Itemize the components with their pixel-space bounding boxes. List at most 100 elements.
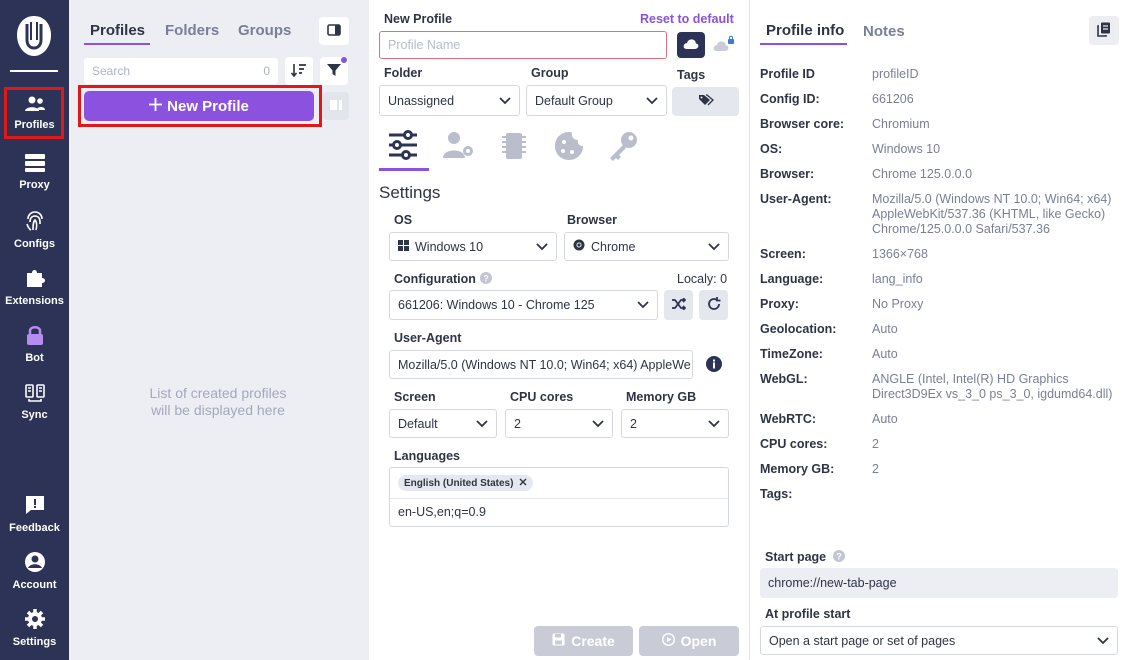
nav-label: Proxy [19,179,50,191]
configuration-select[interactable]: 661206: Windows 10 - Chrome 125 [389,290,658,320]
tab-groups[interactable]: Groups [238,22,291,39]
nav-label: Feedback [9,522,60,534]
search-input[interactable]: Search 0 [84,58,278,84]
nav-item-account[interactable]: Account [0,551,69,591]
play-icon [661,632,675,649]
chevron-down-icon [536,240,548,254]
user-agent-value: Mozilla/5.0 (Windows NT 10.0; Win64; x64… [398,357,691,372]
user-gear-icon [442,132,476,163]
info-icon[interactable] [705,355,723,376]
proxy-icon [0,153,69,176]
reset-to-default-link[interactable]: Reset to default [640,12,734,26]
chevron-down-icon [708,240,720,254]
passwords-settings-tab[interactable] [607,130,641,162]
info-key: WebGL: [760,372,808,386]
cloud-save-button[interactable] [677,32,705,58]
account-icon [0,551,69,576]
info-key: Proxy: [760,297,799,311]
profile-name-input[interactable]: Profile Name [379,31,667,59]
info-value: 2 [872,437,879,451]
start-page-label: Start page [765,550,827,564]
nav-divider [10,70,58,72]
nav-item-configs[interactable]: Configs [0,210,69,250]
info-value: Auto [872,412,898,426]
help-icon[interactable]: ? [480,272,492,287]
languages-divider [390,498,728,499]
browser-select[interactable]: Chrome [564,232,729,261]
info-value: profileID [872,67,919,81]
info-key: WebRTC: [760,412,817,426]
user-agent-input[interactable]: Mozilla/5.0 (Windows NT 10.0; Win64; x64… [389,350,693,379]
tags-label: Tags [677,68,706,82]
group-select[interactable]: Default Group [526,85,667,116]
cookies-settings-tab[interactable] [553,130,585,162]
folder-value: Unassigned [388,93,455,108]
memory-select[interactable]: 2 [621,409,729,438]
screen-select[interactable]: Default [389,409,497,438]
feedback-icon [0,494,69,519]
chevron-down-icon [499,94,511,108]
info-value: 1366×768 [872,247,928,261]
info-key: OS: [760,142,783,156]
shuffle-config-button[interactable] [664,290,693,320]
nav-item-feedback[interactable]: Feedback [0,494,69,534]
at-profile-start-value: Open a start page or set of pages [769,633,956,648]
tab-profiles[interactable]: Profiles [90,22,145,39]
windows-icon [398,239,409,254]
memory-value: 2 [630,416,637,431]
info-key: CPU cores: [760,437,828,451]
refresh-config-button[interactable] [699,290,728,320]
os-select[interactable]: Windows 10 [389,232,557,261]
start-page-input[interactable]: chrome://new-tab-page [760,568,1118,598]
help-icon[interactable]: ? [833,550,845,565]
configuration-label: Configuration [394,272,476,286]
nav-label: Configs [14,238,55,250]
info-key: Language: [760,272,824,286]
sort-button[interactable] [285,57,313,85]
hardware-settings-tab[interactable] [499,130,529,162]
nav-item-settings[interactable]: Settings [0,608,69,648]
configuration-value: 661206: Windows 10 - Chrome 125 [398,298,595,312]
filter-button[interactable] [320,57,348,85]
general-settings-tab[interactable] [386,128,420,162]
at-profile-start-select[interactable]: Open a start page or set of pages [760,626,1118,655]
os-value: Windows 10 [415,239,484,254]
nav-item-bot[interactable]: Bot [0,324,69,364]
toggle-panel-button[interactable] [319,17,349,45]
view-toggle-button[interactable] [323,92,349,120]
info-key: User-Agent: [760,192,832,206]
tab-notes[interactable]: Notes [863,23,905,40]
sort-icon [290,63,307,80]
info-value: 661206 [872,92,914,106]
sliders-icon [386,130,420,165]
cpu-cores-select[interactable]: 2 [505,409,613,438]
local-lock-button[interactable] [710,32,738,58]
at-profile-start-label: At profile start [765,607,851,621]
nav-label: Extensions [5,295,64,307]
close-icon[interactable] [519,478,527,489]
user-settings-tab[interactable] [442,130,476,162]
info-value: Chrome 125.0.0.0 [872,167,973,181]
create-button[interactable]: Create [534,626,633,656]
empty-text-line: will be displayed here [151,402,285,418]
cpu-cores-value: 2 [514,416,521,431]
nav-item-proxy[interactable]: Proxy [0,153,69,191]
languages-label: Languages [394,449,460,463]
tab-folders[interactable]: Folders [165,22,219,39]
tags-button[interactable] [672,87,739,116]
info-value: lang_info [872,272,923,286]
group-label: Group [531,66,569,80]
copy-info-button[interactable] [1089,16,1119,45]
chrome-icon [573,239,585,254]
tab-profile-info[interactable]: Profile info [766,22,844,39]
folder-select[interactable]: Unassigned [379,85,520,116]
nav-item-sync[interactable]: Sync [0,381,69,421]
shuffle-icon [671,296,686,313]
info-value: 2 [872,462,879,476]
info-key: Browser core: [760,117,845,131]
languages-input[interactable]: en-US,en;q=0.9 [398,505,486,519]
info-key: Geolocation: [760,322,837,336]
nav-item-extensions[interactable]: Extensions [0,267,69,307]
open-label: Open [680,633,717,649]
open-button[interactable]: Open [639,626,739,656]
